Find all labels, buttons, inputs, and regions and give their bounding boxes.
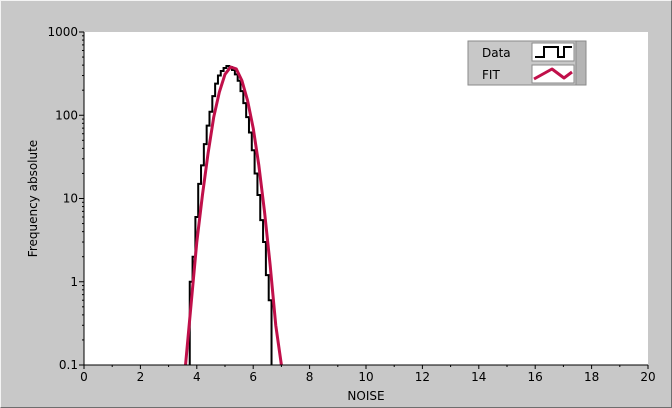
y-tick-label: 0.1: [59, 358, 78, 372]
x-axis-title: NOISE: [347, 389, 384, 403]
chart-svg: 0 2 4 6 8 10 12 14 16 18 20 0.1 1 10 100 1000 NOISE Fre…: [26, 25, 656, 403]
x-tick-label: 10: [358, 370, 373, 384]
x-tick-label: 18: [584, 370, 599, 384]
legend-label: Data: [482, 46, 511, 60]
y-tick-label: 1000: [47, 25, 78, 39]
x-tick-label: 8: [306, 370, 314, 384]
x-tick-label: 16: [528, 370, 543, 384]
legend: Data FIT: [467, 40, 587, 86]
y-tick-label: 100: [55, 108, 78, 122]
y-tick-label: 10: [63, 192, 78, 206]
x-tick-label: 4: [193, 370, 201, 384]
legend-swatch: [531, 42, 575, 62]
x-tick-label: 2: [137, 370, 145, 384]
x-tick-label: 14: [471, 370, 486, 384]
x-tick-label: 20: [640, 370, 655, 384]
x-tick-label: 6: [249, 370, 257, 384]
x-tick-label: 0: [80, 370, 88, 384]
legend-scrollbar[interactable]: [575, 40, 587, 86]
y-tick-label: 1: [70, 275, 78, 289]
legend-label: FIT: [482, 68, 500, 82]
x-tick-label: 12: [415, 370, 430, 384]
y-axis-title: Frequency absolute: [26, 140, 40, 257]
